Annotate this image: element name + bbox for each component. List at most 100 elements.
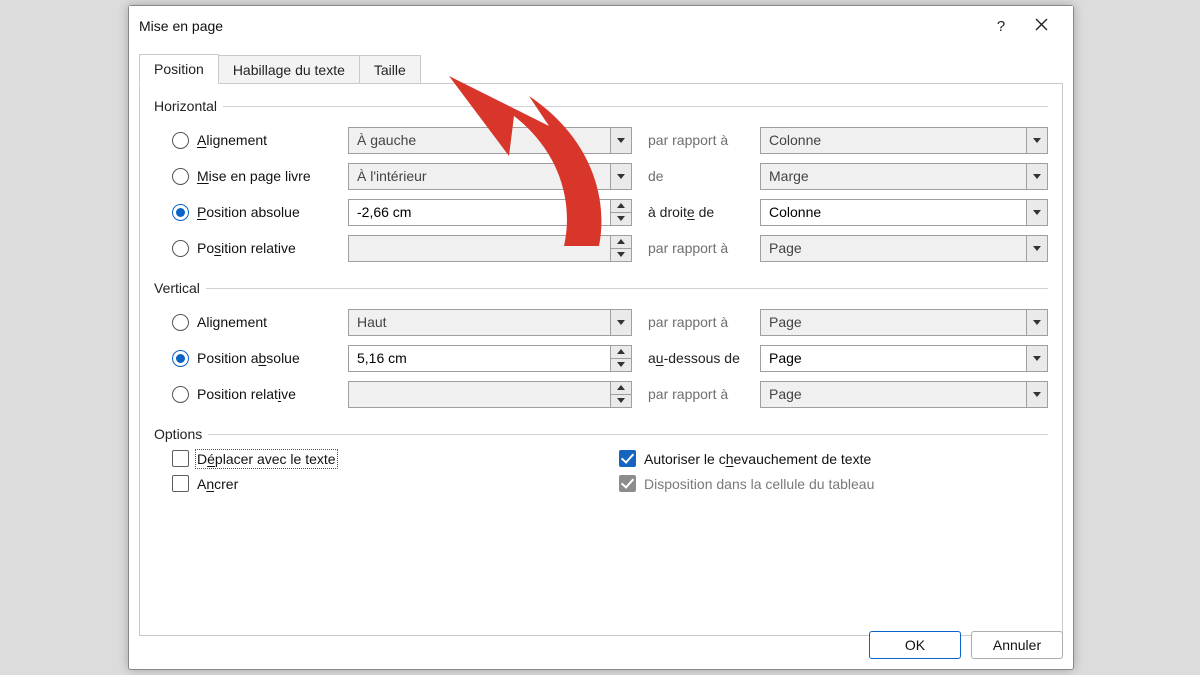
spinner-h-absolute[interactable] [348,199,632,226]
radio-v-absolute-label: Position absolue [197,350,300,366]
combo-v-alignment-ref-dropdown[interactable] [1026,309,1048,336]
radio-h-relative-label: Position relative [197,240,296,256]
combo-h-book-input [348,163,610,190]
combo-v-relative-ref[interactable] [760,381,1048,408]
combo-h-absolute-ref[interactable] [760,199,1048,226]
check-layout-in-cell-label: Disposition dans la cellule du tableau [644,476,874,492]
spinner-v-relative[interactable] [348,381,632,408]
chevron-down-icon [1033,246,1041,251]
check-allow-overlap-label: Autoriser le chevauchement de texte [644,451,871,467]
spinner-v-absolute-input[interactable] [348,345,610,372]
combo-v-alignment-ref[interactable] [760,309,1048,336]
combo-h-relative-ref[interactable] [760,235,1048,262]
chevron-down-icon [1033,392,1041,397]
check-move-with-text-label: Déplacer avec le texte [197,451,336,467]
titlebar: Mise en page ? [129,6,1073,46]
group-options-legend: Options [154,426,208,442]
radio-h-alignment-label: Alignement [197,132,267,148]
check-move-with-text[interactable]: Déplacer avec le texte [172,450,601,467]
tab-text-wrap[interactable]: Habillage du texte [218,55,360,84]
radio-h-book[interactable]: Mise en page livre [172,168,348,185]
combo-h-book-ref[interactable] [760,163,1048,190]
combo-h-relative-ref-dropdown[interactable] [1026,235,1048,262]
chevron-down-icon [617,174,625,179]
group-vertical-legend: Vertical [154,280,206,296]
check-layout-in-cell: Disposition dans la cellule du tableau [619,475,1048,492]
radio-h-absolute[interactable]: Position absolue [172,204,348,221]
label-h-absolute-rel: à droite de [632,204,760,220]
radio-v-alignment-label: Alignement [197,314,267,330]
help-button[interactable]: ? [981,18,1021,35]
radio-h-alignment[interactable]: Alignement [172,132,348,149]
chevron-down-icon [1033,174,1041,179]
spinner-h-relative[interactable] [348,235,632,262]
tab-size[interactable]: Taille [359,55,421,84]
label-h-alignment-rel: par rapport à [632,132,760,148]
spinner-v-relative-down[interactable] [611,395,631,407]
label-v-absolute-rel: au-dessous de [632,350,760,366]
combo-h-alignment-ref-input [760,127,1026,154]
spinner-h-relative-down[interactable] [611,249,631,261]
combo-v-relative-ref-input [760,381,1026,408]
radio-v-absolute[interactable]: Position absolue [172,350,348,367]
radio-h-absolute-label: Position absolue [197,204,300,220]
check-lock-anchor[interactable]: Ancrer [172,475,601,492]
combo-h-book-ref-dropdown[interactable] [1026,163,1048,190]
tabstrip: Position Habillage du texte Taille [139,52,1063,84]
cancel-button[interactable]: Annuler [971,631,1063,659]
group-horizontal-legend: Horizontal [154,98,223,114]
chevron-down-icon [617,362,625,367]
radio-h-book-label: Mise en page livre [197,168,311,184]
ok-button[interactable]: OK [869,631,961,659]
layout-dialog: Mise en page ? Position Habillage du tex… [128,5,1074,670]
check-allow-overlap[interactable]: Autoriser le chevauchement de texte [619,450,1048,467]
combo-v-absolute-ref[interactable] [760,345,1048,372]
close-button[interactable] [1021,18,1061,35]
spinner-v-relative-up[interactable] [611,382,631,395]
chevron-down-icon [617,252,625,257]
label-h-relative-rel: par rapport à [632,240,760,256]
close-icon [1035,18,1048,31]
tab-position[interactable]: Position [139,54,219,84]
combo-v-alignment-dropdown[interactable] [610,309,632,336]
combo-v-alignment-input [348,309,610,336]
combo-h-book-value[interactable] [348,163,632,190]
chevron-down-icon [617,216,625,221]
combo-h-alignment-ref-dropdown[interactable] [1026,127,1048,154]
radio-v-relative[interactable]: Position relative [172,386,348,403]
spinner-v-absolute-up[interactable] [611,346,631,359]
combo-h-absolute-ref-dropdown[interactable] [1026,199,1048,226]
dialog-footer: OK Annuler [869,631,1063,659]
combo-h-relative-ref-input [760,235,1026,262]
combo-h-alignment-dropdown[interactable] [610,127,632,154]
combo-v-relative-ref-dropdown[interactable] [1026,381,1048,408]
tab-position-page: Horizontal Alignement [139,84,1063,636]
label-v-relative-rel: par rapport à [632,386,760,402]
spinner-h-relative-up[interactable] [611,236,631,249]
chevron-down-icon [617,320,625,325]
group-options: Options Déplacer avec le texte Ancrer [154,426,1048,492]
combo-h-alignment-value[interactable] [348,127,632,154]
spinner-v-absolute-down[interactable] [611,359,631,371]
combo-v-alignment-ref-input [760,309,1026,336]
spinner-h-absolute-down[interactable] [611,213,631,225]
combo-h-alignment-ref[interactable] [760,127,1048,154]
spinner-v-absolute[interactable] [348,345,632,372]
check-lock-anchor-label: Ancrer [197,476,238,492]
chevron-down-icon [617,138,625,143]
combo-h-book-dropdown[interactable] [610,163,632,190]
spinner-h-absolute-input[interactable] [348,199,610,226]
label-v-alignment-rel: par rapport à [632,314,760,330]
combo-v-absolute-ref-dropdown[interactable] [1026,345,1048,372]
chevron-up-icon [617,203,625,208]
spinner-h-absolute-up[interactable] [611,200,631,213]
client-area: Position Habillage du texte Taille Horiz… [139,52,1063,659]
chevron-down-icon [1033,138,1041,143]
chevron-up-icon [617,349,625,354]
radio-h-relative[interactable]: Position relative [172,240,348,257]
chevron-up-icon [617,385,625,390]
combo-v-alignment-value[interactable] [348,309,632,336]
chevron-down-icon [1033,210,1041,215]
group-horizontal: Horizontal Alignement [154,98,1048,266]
radio-v-alignment[interactable]: Alignement [172,314,348,331]
